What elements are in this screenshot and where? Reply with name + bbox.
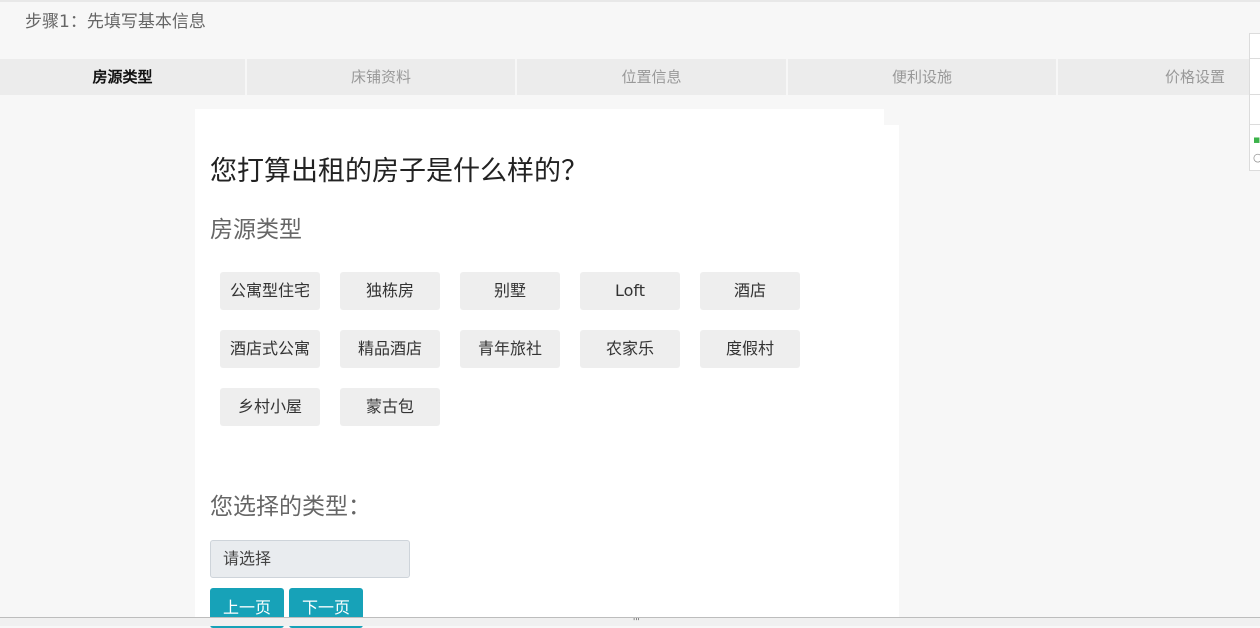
- tab-amenities[interactable]: 便利设施: [788, 59, 1058, 95]
- widget-divider: [1250, 94, 1260, 95]
- tab-property-type[interactable]: 房源类型: [0, 59, 247, 95]
- type-option-loft[interactable]: Loft: [580, 272, 680, 310]
- type-option-cottage[interactable]: 乡村小屋: [220, 388, 320, 426]
- tab-pricing[interactable]: 价格设置: [1058, 59, 1250, 95]
- page-title: 您打算出租的房子是什么样的？: [210, 156, 588, 187]
- type-option-boutique-hotel[interactable]: 精品酒店: [340, 330, 440, 368]
- widget-divider: [1250, 58, 1260, 59]
- tab-bed-info[interactable]: 床铺资料: [247, 59, 517, 95]
- chosen-type-field[interactable]: 请选择: [210, 540, 410, 578]
- step-title: 步骤1：先填写基本信息: [25, 12, 206, 32]
- type-option-farmstay[interactable]: 农家乐: [580, 330, 680, 368]
- type-option-hostel[interactable]: 青年旅社: [460, 330, 560, 368]
- tab-location[interactable]: 位置信息: [517, 59, 788, 95]
- section-title: 房源类型: [210, 217, 302, 243]
- step-tabs: 房源类型 床铺资料 位置信息 便利设施 价格设置: [0, 59, 1250, 95]
- type-option-yurt[interactable]: 蒙古包: [340, 388, 440, 426]
- property-type-options: 公寓型住宅 独栋房 别墅 Loft 酒店 酒店式公寓 精品酒店 青年旅社 农家乐…: [220, 272, 820, 446]
- widget-circle-icon: ○: [1253, 151, 1260, 164]
- type-option-apartment[interactable]: 公寓型住宅: [220, 272, 320, 310]
- side-float-widget[interactable]: ▪ ○: [1249, 33, 1260, 171]
- top-border: [0, 0, 1260, 2]
- widget-green-icon: ▪: [1253, 133, 1260, 146]
- type-option-hotel[interactable]: 酒店: [700, 272, 800, 310]
- widget-divider: [1250, 124, 1260, 125]
- chosen-type-label: 您选择的类型：: [210, 494, 371, 520]
- card-corner-notch: [884, 109, 899, 125]
- type-option-serviced-apartment[interactable]: 酒店式公寓: [220, 330, 320, 368]
- form-card: 您打算出租的房子是什么样的？ 房源类型 公寓型住宅 独栋房 别墅 Loft 酒店…: [195, 109, 899, 628]
- type-option-villa[interactable]: 别墅: [460, 272, 560, 310]
- type-option-house[interactable]: 独栋房: [340, 272, 440, 310]
- type-option-resort[interactable]: 度假村: [700, 330, 800, 368]
